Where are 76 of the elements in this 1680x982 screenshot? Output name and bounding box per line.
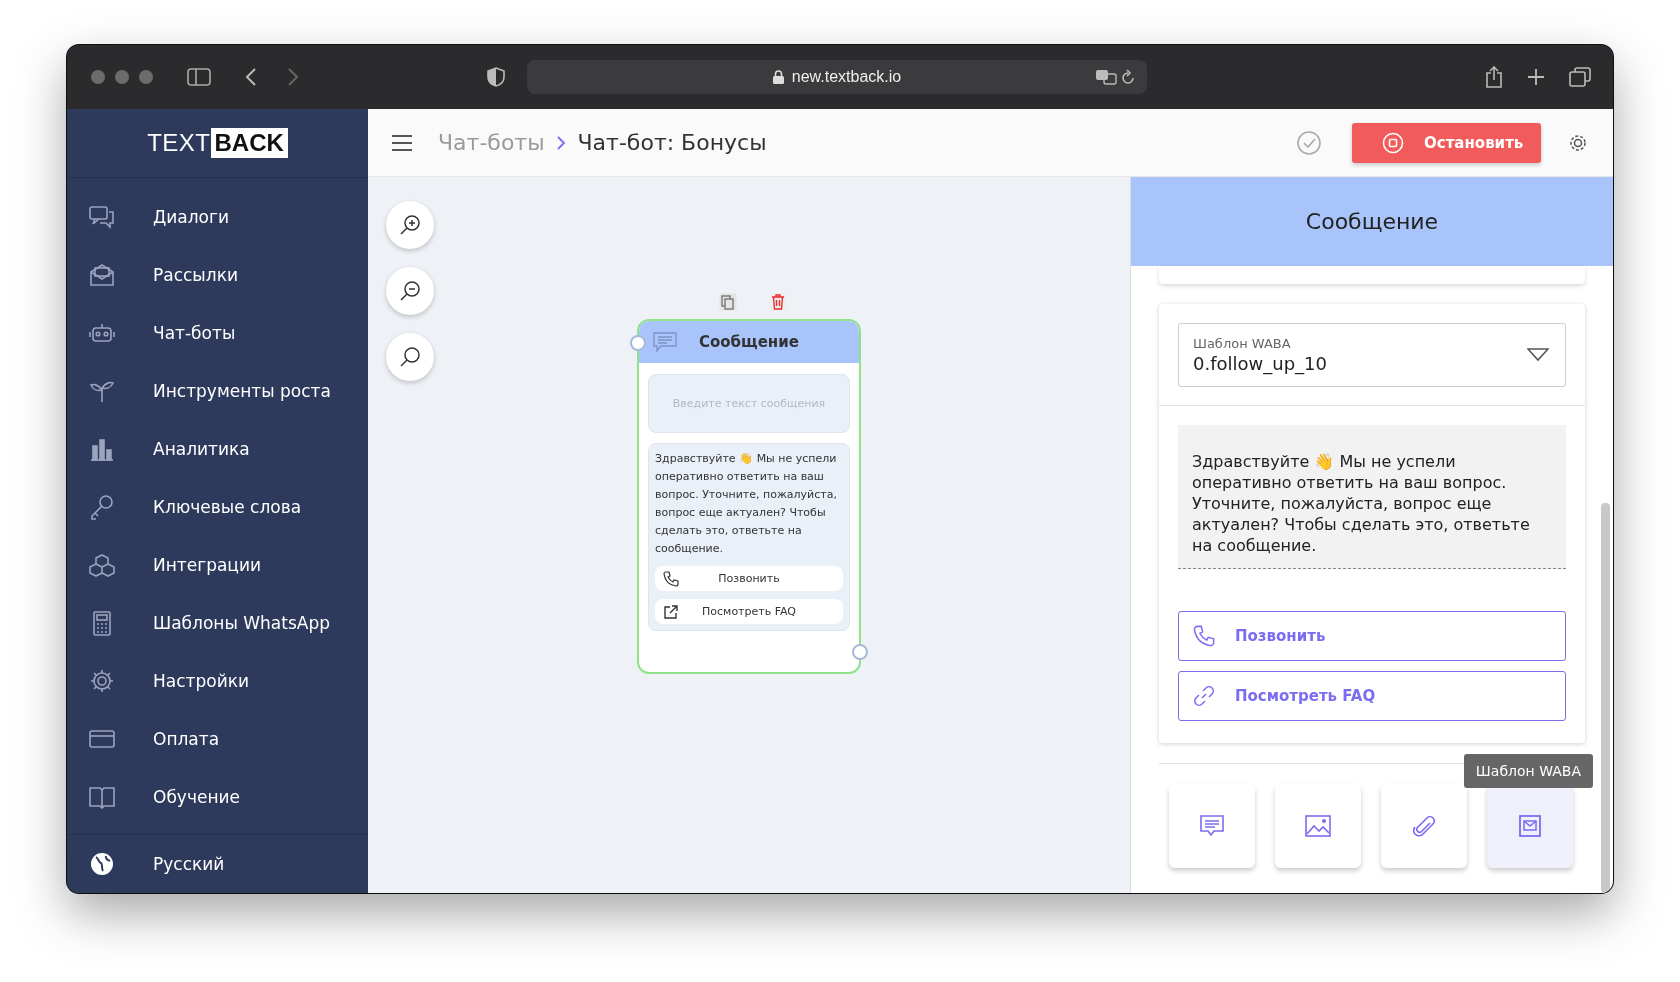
node-button[interactable]: Позвонить — [655, 566, 843, 591]
sidebar-item[interactable]: Аналитика — [67, 420, 368, 478]
new-tab-icon[interactable] — [1527, 68, 1545, 86]
template-button[interactable]: Посмотреть FAQ — [1178, 671, 1566, 721]
sidebar-toggle-icon[interactable] — [187, 68, 211, 86]
zoom-out-button[interactable] — [386, 267, 434, 315]
tooltip: Шаблон WABA — [1463, 754, 1593, 788]
sidebar-item[interactable]: Инструменты роста — [67, 362, 368, 420]
message-node[interactable] — [637, 319, 861, 674]
window-control-dot[interactable] — [139, 70, 153, 84]
zoom-in-button[interactable] — [386, 201, 434, 249]
search-icon — [399, 346, 421, 368]
phone-icon — [1193, 625, 1215, 647]
menu-icon[interactable] — [392, 134, 412, 151]
message-preview: Здравствуйте 👋 Мы не успели оперативно ответить на ваш вопрос. Уточните, пожалуйста, вопрос еще актуален? Чтобы сделать это, ответьте на сообщение. — [1178, 425, 1566, 569]
zoom-in-icon — [399, 214, 421, 236]
lock-icon — [772, 70, 784, 84]
content-type-tile[interactable] — [1169, 784, 1255, 868]
book-icon — [88, 784, 116, 810]
dropdown-caret-icon — [1527, 348, 1549, 362]
panel-header: Сообщение — [1131, 177, 1613, 266]
language-selector[interactable]: Русский — [67, 834, 368, 893]
sidebar-item[interactable]: Обучение — [67, 768, 368, 826]
chat-bubbles-icon — [88, 204, 116, 230]
forward-icon[interactable] — [287, 68, 299, 86]
copy-icon[interactable] — [719, 293, 737, 311]
check-circle-icon[interactable] — [1296, 129, 1322, 156]
message-icon — [653, 332, 677, 352]
gear-icon — [88, 668, 116, 694]
window-control-dot[interactable] — [91, 70, 105, 84]
image-icon — [1305, 815, 1331, 837]
sidebar-item[interactable]: Оплата — [67, 710, 368, 768]
chevron-right-icon — [556, 135, 566, 150]
logo-badge: BACK — [210, 128, 288, 158]
content-type-tile[interactable] — [1381, 784, 1467, 868]
envelope-icon — [88, 262, 116, 288]
sidebar-item[interactable]: Рассылки — [67, 246, 368, 304]
stop-icon — [1382, 131, 1404, 154]
trash-icon[interactable] — [769, 293, 787, 311]
node-title: Сообщение — [699, 333, 799, 351]
template-icon — [1519, 815, 1541, 837]
shield-icon[interactable] — [487, 67, 505, 87]
sidebar-item[interactable]: Диалоги — [67, 188, 368, 246]
share-icon[interactable] — [1485, 66, 1503, 88]
template-button[interactable]: Позвонить — [1178, 611, 1566, 661]
sidebar-item[interactable]: Шаблоны WhatsApp — [67, 594, 368, 652]
key-icon — [88, 494, 116, 520]
zoom-out-icon — [399, 280, 421, 302]
input-port[interactable] — [630, 335, 646, 351]
phone-icon — [663, 570, 679, 587]
reload-icon[interactable] — [1121, 69, 1135, 85]
template-select[interactable]: Шаблон WABA 0.follow_up_10 — [1178, 323, 1566, 387]
window-control-dot[interactable] — [115, 70, 129, 84]
paperclip-icon — [1413, 814, 1435, 838]
message-text: Здравствуйте 👋 Мы не успели оперативно ответить на ваш вопрос. Уточните, пожалуйста, вопрос еще актуален? Чтобы сделать это, ответьте на сообщение. — [655, 451, 838, 557]
text-message-icon — [1200, 815, 1224, 837]
node-button[interactable]: Посмотреть FAQ — [655, 599, 843, 624]
bar-chart-icon — [88, 436, 116, 462]
translate-icon[interactable] — [1095, 69, 1117, 85]
globe-icon — [89, 851, 115, 877]
content-type-tile[interactable] — [1275, 784, 1361, 868]
cubes-icon — [88, 552, 116, 578]
external-link-icon — [663, 603, 679, 620]
back-icon[interactable] — [245, 68, 257, 86]
link-icon — [1193, 685, 1215, 707]
fit-view-button[interactable] — [386, 333, 434, 381]
sidebar-item[interactable]: Интеграции — [67, 536, 368, 594]
scrollbar[interactable] — [1601, 503, 1610, 893]
page-title: Чат-бот: Бонусы — [577, 130, 767, 155]
address-bar[interactable]: new.textback.io — [527, 60, 1147, 94]
url-text: new.textback.io — [791, 68, 902, 86]
logo-text: TEXT — [147, 129, 211, 157]
tabs-overview-icon[interactable] — [1569, 67, 1591, 87]
sidebar-item[interactable]: Настройки — [67, 652, 368, 710]
sidebar-item[interactable]: Ключевые слова — [67, 478, 368, 536]
sidebar-item[interactable]: Чат-боты — [67, 304, 368, 362]
